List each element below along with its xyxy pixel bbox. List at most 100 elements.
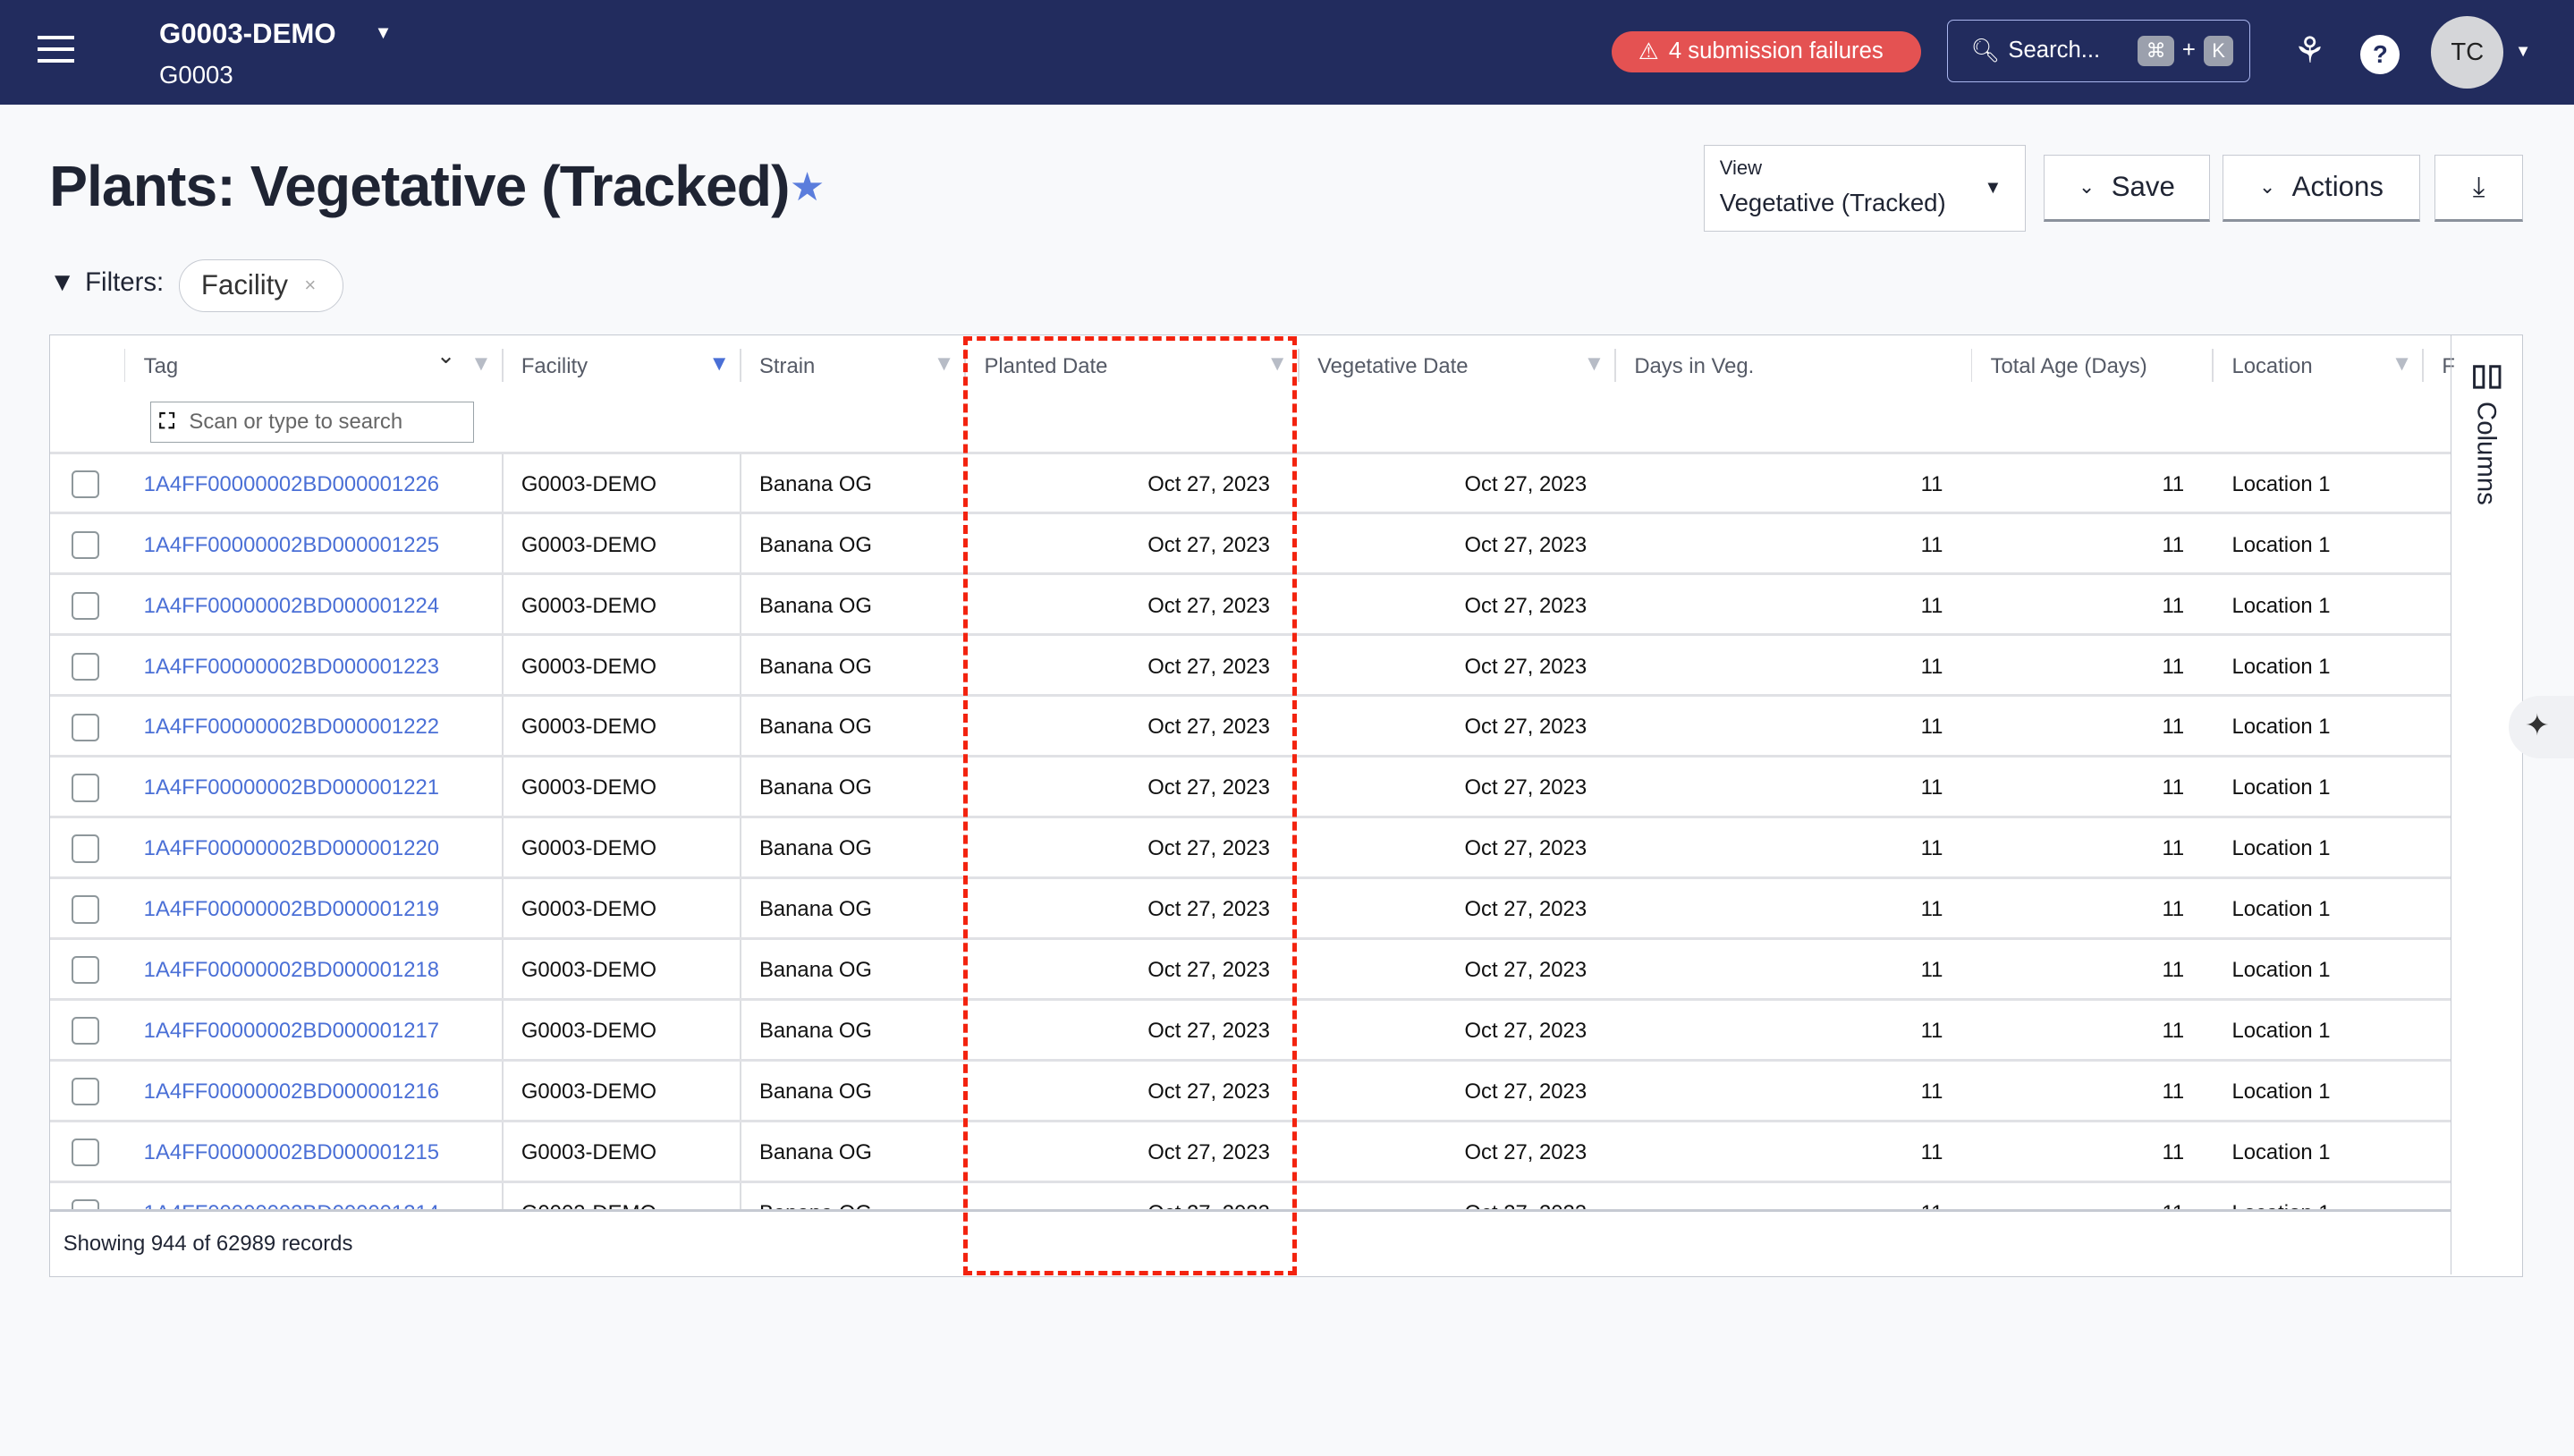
column-header[interactable]: Planted Date ▼: [984, 351, 1298, 388]
column-header-label: Strain: [758, 354, 816, 379]
caret-down-icon: ▼: [1984, 178, 2002, 199]
tag-link[interactable]: 1A4FF00000002BD000001214: [144, 1201, 439, 1209]
table-row[interactable]: 1A4FF00000002BD000001214 G0003-DEMO Banana…: [50, 1183, 2451, 1209]
row-checkbox[interactable]: [71, 652, 100, 681]
column-header[interactable]: Facility ▼: [521, 351, 740, 388]
column-header[interactable]: Days in Veg.: [1634, 352, 1970, 388]
filter-icon[interactable]: ▼: [1584, 351, 1605, 376]
caret-down-icon[interactable]: ▼: [2515, 41, 2531, 61]
filter-icon[interactable]: ▼: [708, 351, 730, 376]
table-row[interactable]: 1A4FF00000002BD000001222 G0003-DEMO Banana…: [50, 697, 2451, 758]
row-checkbox[interactable]: [71, 895, 100, 924]
table-row[interactable]: 1A4FF00000002BD000001215 G0003-DEMO Banana…: [50, 1122, 2451, 1183]
table-cell: Location 1: [2231, 775, 2331, 800]
tag-link[interactable]: 1A4FF00000002BD000001218: [144, 958, 439, 983]
table-row[interactable]: 1A4FF00000002BD000001225 G0003-DEMO Banana…: [50, 514, 2451, 576]
help-icon[interactable]: ?: [2360, 34, 2400, 74]
column-header[interactable]: Location ▼: [2231, 351, 2422, 388]
table-cell: Banana OG: [758, 1079, 872, 1104]
tag-link[interactable]: 1A4FF00000002BD000001215: [144, 1140, 439, 1165]
row-checkbox[interactable]: [71, 591, 100, 620]
star-icon[interactable]: ★: [790, 165, 826, 210]
column-header-label: Facility: [521, 354, 588, 379]
row-checkbox[interactable]: [71, 470, 100, 499]
column-header-label: Location: [2231, 354, 2313, 379]
column-separator[interactable]: [501, 349, 504, 382]
download-button[interactable]: ⤓: [2434, 154, 2524, 222]
table-row[interactable]: 1A4FF00000002BD000001223 G0003-DEMO Banana…: [50, 636, 2451, 698]
table-row[interactable]: 1A4FF00000002BD000001216 G0003-DEMO Banana…: [50, 1062, 2451, 1122]
sparkle-icon[interactable]: ✦: [2508, 696, 2574, 758]
caret-down-icon[interactable]: ▼: [374, 23, 392, 44]
columns-panel-toggle[interactable]: ▯▯ Columns: [2450, 335, 2523, 1275]
table-row[interactable]: 1A4FF00000002BD000001221 G0003-DEMO Banana…: [50, 758, 2451, 819]
column-header[interactable]: Vegetative Date ▼: [1317, 351, 1614, 388]
row-checkbox[interactable]: [71, 1078, 100, 1106]
tag-link[interactable]: 1A4FF00000002BD000001220: [144, 836, 439, 861]
view-select[interactable]: View Vegetative (Tracked) ▼: [1704, 144, 2026, 232]
tag-link[interactable]: 1A4FF00000002BD000001226: [144, 472, 439, 497]
column-separator[interactable]: [1298, 349, 1300, 382]
chevron-down-icon[interactable]: ⌄: [436, 345, 456, 368]
save-button[interactable]: ⌄ Save: [2044, 154, 2210, 222]
column-separator[interactable]: [964, 349, 967, 382]
row-checkbox[interactable]: [71, 1198, 100, 1209]
filter-icon[interactable]: ▼: [934, 351, 955, 376]
row-checkbox[interactable]: [71, 1017, 100, 1045]
row-checkbox[interactable]: [71, 713, 100, 741]
plant-gift-icon[interactable]: ⚘: [2293, 30, 2325, 72]
table-cell: Oct 27, 2023: [1147, 836, 1270, 861]
table-row[interactable]: 1A4FF00000002BD000001219 G0003-DEMO Banana…: [50, 879, 2451, 940]
tag-link[interactable]: 1A4FF00000002BD000001217: [144, 1019, 439, 1044]
column-header[interactable]: Strain ▼: [758, 351, 964, 388]
row-checkbox[interactable]: [71, 530, 100, 560]
org-name[interactable]: G0003-DEMO: [159, 18, 336, 50]
table-cell: Location 1: [2231, 836, 2331, 861]
table-row[interactable]: 1A4FF00000002BD000001224 G0003-DEMO Banana…: [50, 575, 2451, 637]
table-cell: Location 1: [2231, 1018, 2331, 1043]
tag-search-input[interactable]: ⛶ Scan or type to search: [150, 401, 474, 443]
tag-link[interactable]: 1A4FF00000002BD000001222: [144, 715, 439, 740]
table-cell: 11: [1920, 775, 1943, 800]
column-header[interactable]: Total Age (Days): [1991, 352, 2213, 388]
column-separator[interactable]: [739, 349, 741, 382]
tag-link[interactable]: 1A4FF00000002BD000001223: [144, 655, 439, 680]
table-cell: Oct 27, 2023: [1147, 654, 1270, 679]
close-icon[interactable]: ×: [304, 274, 316, 297]
actions-button[interactable]: ⌄ Actions: [2223, 154, 2420, 222]
columns-icon: ▯▯: [2470, 358, 2503, 392]
search-button[interactable]: 🔍︎ Search... ⌘ + K: [1946, 20, 2251, 82]
column-separator[interactable]: [2212, 349, 2214, 382]
tag-link[interactable]: 1A4FF00000002BD000001216: [144, 1079, 439, 1105]
filter-icon[interactable]: ▼: [470, 351, 492, 376]
row-checkbox[interactable]: [71, 956, 100, 985]
column-header[interactable]: Tag ▼ ⌄: [144, 345, 502, 388]
table-cell: Banana OG: [758, 897, 872, 922]
column-separator[interactable]: [2422, 349, 2425, 382]
tag-link[interactable]: 1A4FF00000002BD000001225: [144, 533, 439, 558]
column-separator[interactable]: [123, 349, 126, 382]
column-header[interactable]: F: [2442, 352, 2455, 388]
submission-failures-badge[interactable]: ⚠ 4 submission failures: [1612, 30, 1921, 72]
filter-icon[interactable]: ▼: [2392, 351, 2413, 376]
row-checkbox[interactable]: [71, 774, 100, 802]
table-row[interactable]: 1A4FF00000002BD000001218 G0003-DEMO Banana…: [50, 940, 2451, 1001]
row-checkbox[interactable]: [71, 834, 100, 863]
row-checkbox[interactable]: [71, 1138, 100, 1167]
scan-icon: ⛶: [159, 409, 174, 434]
table-cell: Oct 27, 2023: [1464, 775, 1588, 800]
menu-icon[interactable]: [38, 36, 74, 63]
column-separator[interactable]: [1970, 349, 1973, 382]
tag-link[interactable]: 1A4FF00000002BD000001221: [144, 775, 439, 800]
tag-link[interactable]: 1A4FF00000002BD000001219: [144, 897, 439, 922]
tag-link[interactable]: 1A4FF00000002BD000001224: [144, 594, 439, 619]
table-row[interactable]: 1A4FF00000002BD000001226 G0003-DEMO Banana…: [50, 454, 2451, 515]
filter-icon[interactable]: ▼: [1266, 351, 1288, 376]
table-row[interactable]: 1A4FF00000002BD000001220 G0003-DEMO Banana…: [50, 818, 2451, 879]
table-cell: G0003-DEMO: [521, 897, 657, 922]
table-row[interactable]: 1A4FF00000002BD000001217 G0003-DEMO Banana…: [50, 1001, 2451, 1062]
avatar[interactable]: TC: [2431, 16, 2504, 89]
filters: ▼ Filters:: [49, 267, 164, 298]
filter-chip-facility[interactable]: Facility ×: [179, 259, 343, 312]
column-separator[interactable]: [1614, 349, 1617, 382]
